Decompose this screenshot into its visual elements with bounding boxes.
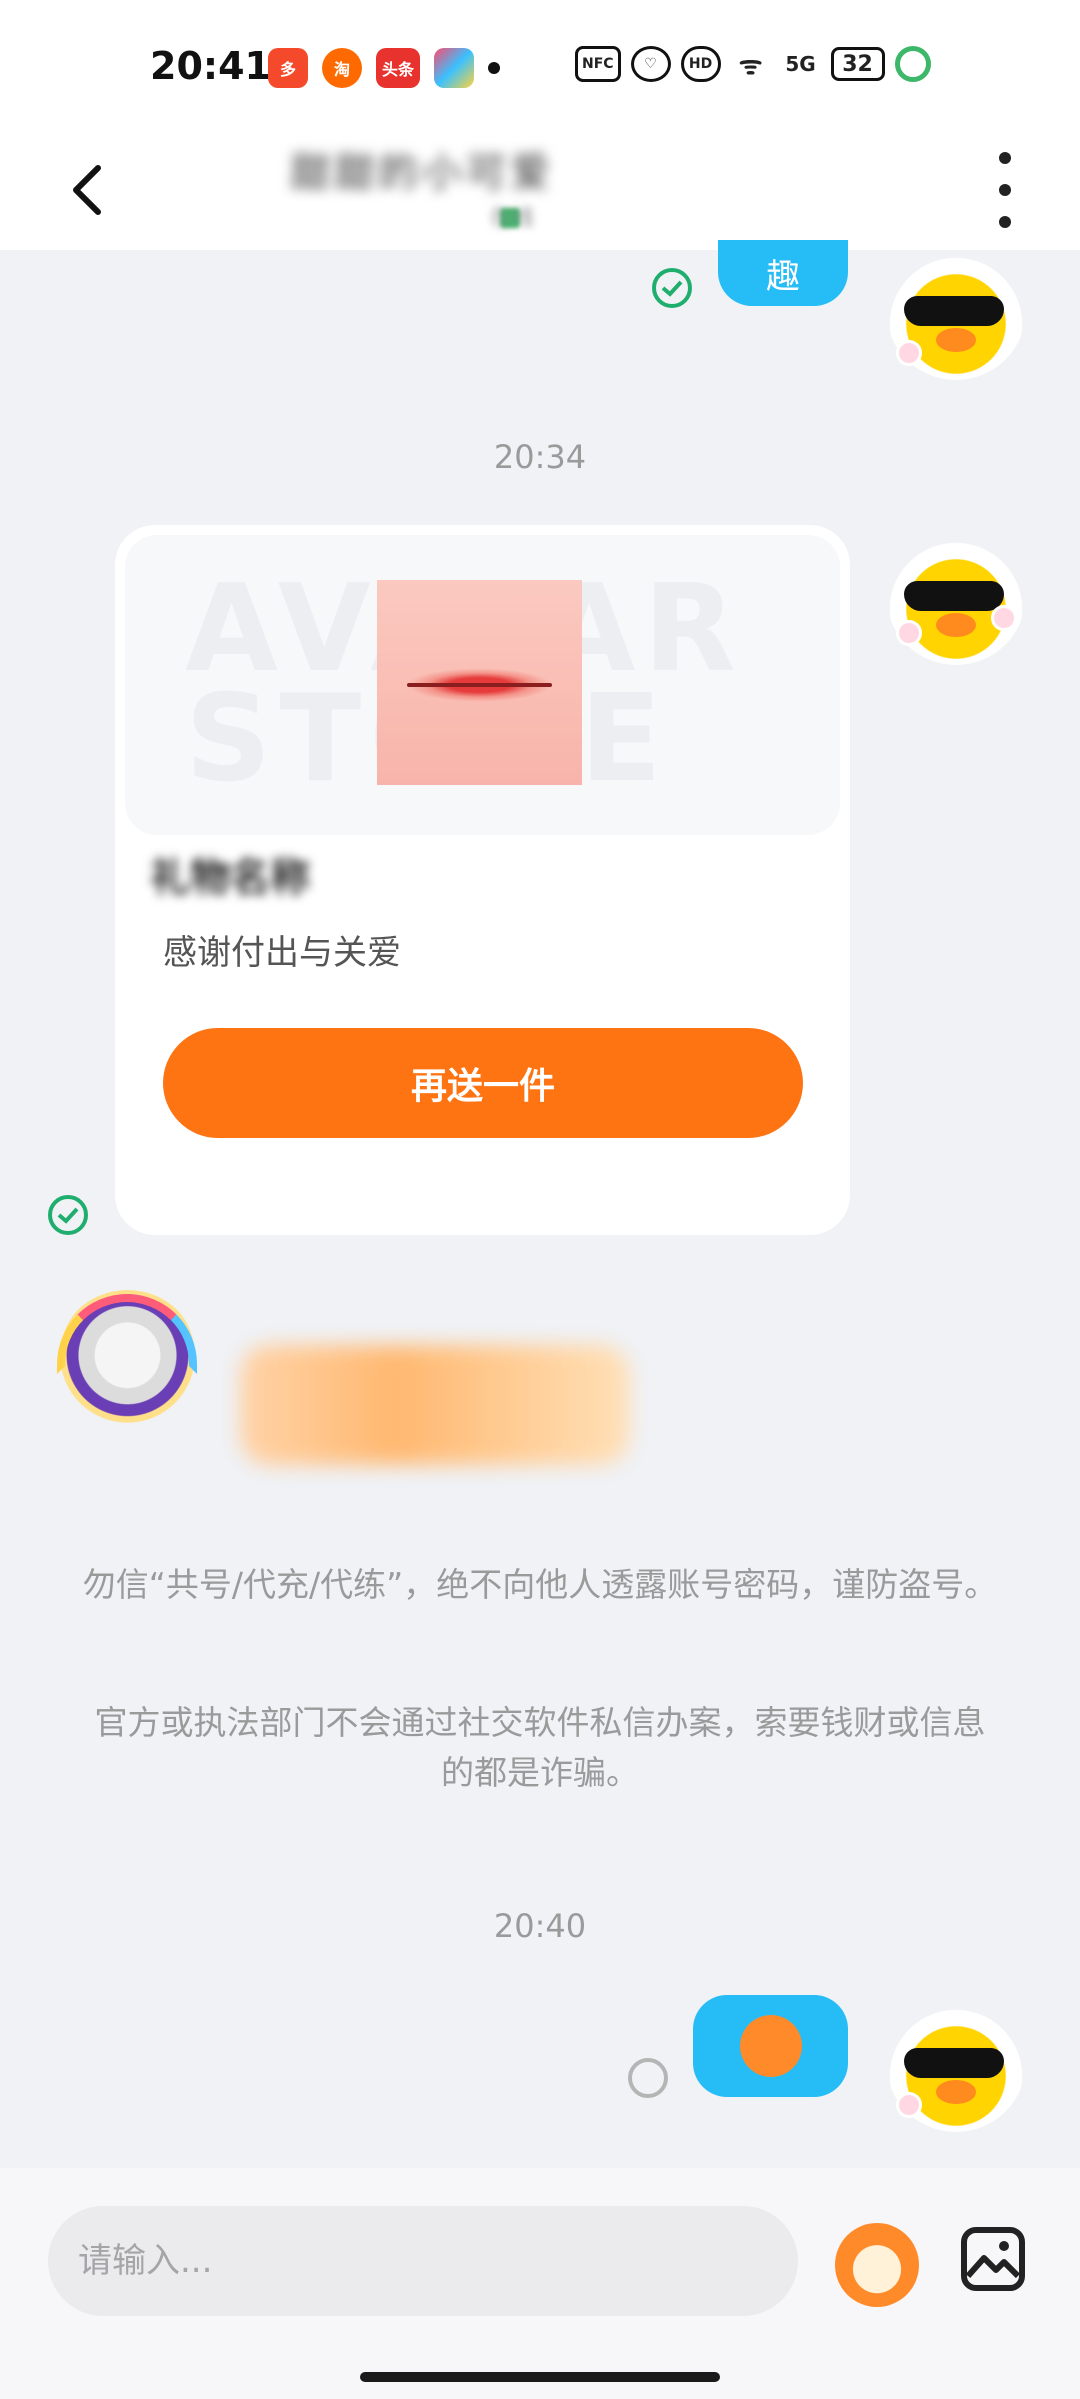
dot-icon [999,184,1011,196]
nfc-icon: NFC [575,46,621,82]
home-indicator[interactable] [360,2372,720,2382]
input-bar [0,2168,1080,2399]
monkey-sticker-icon [739,2015,802,2077]
message-input[interactable] [48,2206,798,2316]
taobao-icon: 淘 [322,48,362,88]
paw-icon [896,620,922,646]
gift-image-area: AVATAR STORE [125,535,840,835]
emoji-sticker-button[interactable] [835,2223,919,2307]
battery-icon: 32 [830,47,885,81]
beak-icon [936,613,976,637]
heart-icon: ♡ [630,46,671,82]
back-button[interactable] [68,150,128,230]
chat-header: 甜甜的小可爱 在线 [0,130,1080,250]
sunglasses-icon [904,296,1004,326]
sunglasses-icon [904,2048,1004,2078]
status-bar: 20:41 多 淘 头条 NFC ♡ HD ᯤ 5G 32 [0,0,1080,130]
gift-lips-image [377,580,582,785]
dot-icon [999,152,1011,164]
gift-card[interactable]: AVATAR STORE 礼物名称 感谢付出与关爱 再送一件 [115,525,850,1235]
kuaishou-icon [434,48,474,88]
resend-gift-button[interactable]: 再送一件 [163,1028,803,1138]
image-button[interactable] [960,2226,1026,2292]
message-bubble[interactable] [693,1995,848,2097]
my-avatar[interactable] [886,240,1026,380]
chat-title: 甜甜的小可爱 [290,150,554,196]
chevron-left-icon [73,165,101,215]
chat-messages[interactable]: 趣 20:34 AVATAR STORE 礼物名称 感谢付出与关爱 再送一件 [0,240,1080,2168]
beak-icon [936,328,976,352]
dot-icon [999,216,1011,228]
image-icon [961,2227,1025,2291]
paw-icon [991,605,1017,631]
timestamp: 20:34 [493,438,587,476]
gift-name: 礼物名称 [150,855,310,901]
gift-description: 感谢付出与关爱 [163,933,401,973]
message-text: 趣 [766,256,800,297]
hd-icon: HD [680,46,721,82]
paw-icon [896,2092,922,2118]
status-time: 20:41 [150,44,271,88]
status-app-icons: 多 淘 头条 [268,48,474,88]
other-user-avatar[interactable] [55,1290,200,1435]
flower-icon [894,46,931,82]
lips-line [407,683,552,687]
rainbow-frame-icon [57,1294,197,1374]
sunglasses-icon [904,581,1004,611]
5g-icon: 5G [785,52,816,76]
chat-subtitle: 在线 [490,206,535,231]
my-avatar[interactable] [886,525,1026,665]
my-avatar[interactable] [886,1992,1026,2132]
fraud-notice: 官方或执法部门不会通过社交软件私信办案，索要钱财或信息的都是诈骗。 [94,1703,986,1792]
beak-icon [936,2080,976,2104]
read-check-icon [652,268,692,308]
pinduoduo-icon: 多 [268,48,308,88]
notification-dot-icon [488,62,500,74]
status-right-icons: NFC ♡ HD ᯤ 5G 32 [575,46,931,82]
message-bubble[interactable]: 趣 [718,240,848,306]
sending-status-icon [628,2058,668,2098]
wifi-icon: ᯤ [738,51,763,81]
more-options-button[interactable] [990,152,1020,228]
paw-icon [896,340,922,366]
timestamp: 20:40 [493,1907,587,1945]
toutiao-icon: 头条 [376,48,420,88]
read-check-icon [48,1195,88,1235]
sticker-message[interactable] [240,1345,630,1465]
security-notice: 勿信“共号/代充/代练”，绝不向他人透露账号密码，谨防盗号。 [82,1565,998,1604]
